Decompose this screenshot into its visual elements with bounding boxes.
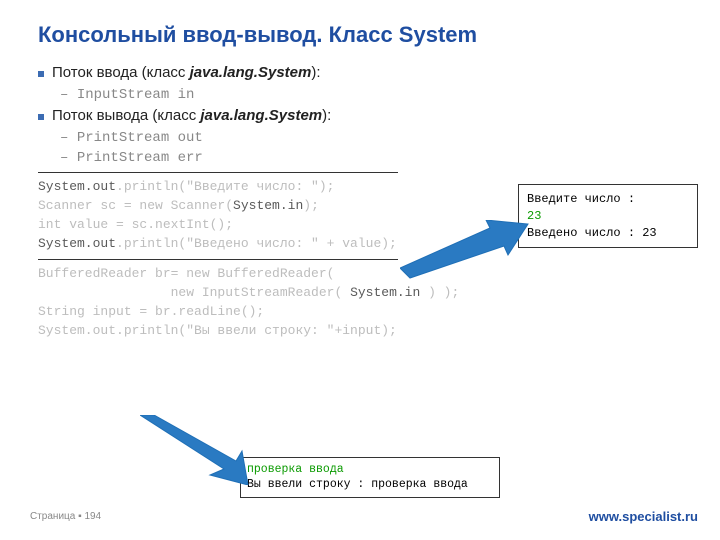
divider: [38, 259, 398, 260]
bullet-em: java.lang.System: [200, 107, 322, 124]
bullet-2: Поток вывода (класс java.lang.System):: [38, 107, 720, 124]
bullet-text: ):: [322, 107, 331, 124]
console-line: Вы ввели строку : проверка ввода: [247, 477, 493, 493]
site-url: www.specialist.ru: [589, 509, 698, 524]
console-line: Введено число : 23: [527, 225, 689, 242]
bullet-marker: [38, 71, 44, 77]
console-line-input: 23: [527, 208, 689, 225]
console-line-input: проверка ввода: [247, 462, 493, 478]
bullet-text: Поток ввода (класс: [52, 64, 190, 81]
console-output-1: Введите число : 23 Введено число : 23: [518, 184, 698, 248]
bullet-em: java.lang.System: [190, 64, 312, 81]
page-number: Страница ▪ 194: [30, 511, 101, 522]
bullet-2-sub1: PrintStream out: [38, 130, 720, 146]
console-output-2: проверка ввода Вы ввели строку : проверк…: [240, 457, 500, 498]
bullet-text: Поток вывода (класс: [52, 107, 200, 124]
console-line: Введите число :: [527, 191, 689, 208]
bullet-text: ):: [311, 64, 320, 81]
bullet-2-sub2: PrintStream err: [38, 150, 720, 166]
bullet-1-sub: InputStream in: [38, 87, 720, 103]
code-block-2: BufferedReader br= new BufferedReader( n…: [38, 265, 720, 340]
bullet-1: Поток ввода (класс java.lang.System):: [38, 64, 720, 81]
slide-title: Консольный ввод-вывод. Класс System: [0, 0, 720, 64]
arrow-icon: [400, 220, 530, 280]
arrow-icon: [140, 415, 250, 485]
divider: [38, 172, 398, 173]
bullet-marker: [38, 114, 44, 120]
